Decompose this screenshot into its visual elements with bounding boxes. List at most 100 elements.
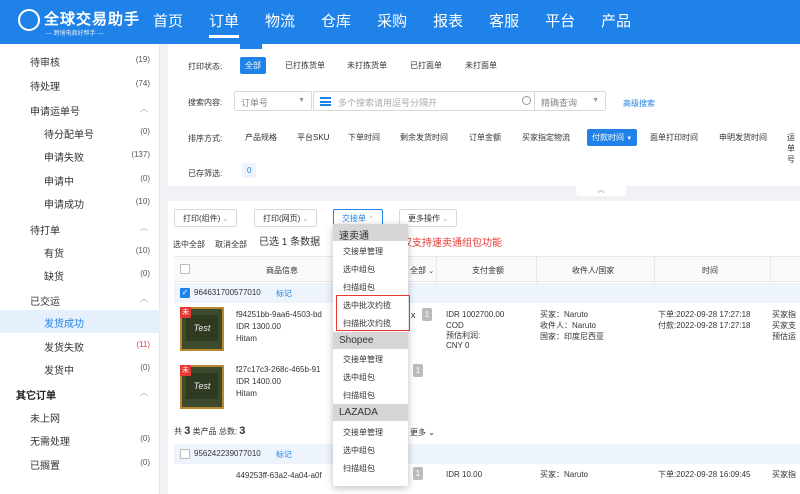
nav-purchase[interactable]: 采购 [364, 0, 420, 44]
menu-item-handover-manage[interactable]: 交接单管理 [343, 354, 383, 365]
col-time: 时间 [702, 266, 718, 275]
nav-reports[interactable]: 报表 [420, 0, 476, 44]
sidebar-item-no-action[interactable]: 无需处理 (0) [0, 428, 160, 451]
product-thumbnail[interactable]: Test 未 [180, 307, 224, 351]
sort-sku[interactable]: 平台SKU [292, 129, 334, 146]
sidebar-group-other-orders[interactable]: 其它订单 ︿ [0, 382, 160, 405]
menu-item-scan-pack[interactable]: 扫描组包 [343, 390, 375, 401]
product-sku[interactable]: f94251bb-9aa6-4503-bd [236, 309, 322, 320]
sort-amount[interactable]: 订单金额 [464, 129, 506, 146]
order-checkbox[interactable]: ✓ [180, 288, 190, 298]
nav-warehouse[interactable]: 仓库 [308, 0, 364, 44]
nav-service[interactable]: 客服 [476, 0, 532, 44]
search-icon[interactable] [522, 96, 531, 105]
sidebar-item-to-assign[interactable]: 待分配单号 (0) [0, 121, 160, 144]
sidebar-item-label: 待分配单号 [44, 130, 94, 141]
select-all-link[interactable]: 选中全部 [173, 239, 205, 250]
menu-item-selected-batch-pickup[interactable]: 选中批次约揽 [343, 300, 391, 311]
menu-item-selected-pack[interactable]: 选中组包 [343, 264, 375, 275]
print-status-label-printed[interactable]: 已打面单 [405, 57, 447, 74]
sort-order-time[interactable]: 下单时间 [343, 129, 385, 146]
order-checkbox[interactable] [180, 449, 190, 459]
handover-label: 交接单 [342, 214, 366, 223]
advanced-search-link[interactable]: 高级搜索 [618, 95, 660, 112]
sidebar-item-not-online[interactable]: 未上网 [0, 405, 160, 428]
sidebar-item-label: 待审核 [30, 58, 60, 69]
sidebar-item-ship-failed[interactable]: 发货失败 (11) [0, 334, 160, 357]
search-field-select[interactable]: 订单号 ▼ [234, 91, 312, 111]
deselect-all-link[interactable]: 取消全部 [215, 239, 247, 250]
sidebar-item-count: (0) [140, 458, 150, 467]
sidebar-item-ship-success[interactable]: 发货成功 [0, 310, 160, 333]
menu-item-handover-manage[interactable]: 交接单管理 [343, 427, 383, 438]
menu-item-scan-pack[interactable]: 扫描组包 [343, 282, 375, 293]
sidebar-item-on-hold[interactable]: 已搁置 (0) [0, 452, 160, 475]
product-sku[interactable]: 449253ff-63a2-4a04-a0f [236, 470, 322, 481]
chevron-down-icon: ⌄ [428, 268, 435, 275]
order-mark-link[interactable]: 标记 [276, 288, 292, 299]
menu-item-scan-batch-pickup[interactable]: 扫描批次约揽 [343, 318, 391, 329]
sidebar-item-pending-review[interactable]: 待审核 (19) [0, 49, 160, 72]
show-more-link[interactable]: 更多 ⌄ [410, 427, 435, 438]
menu-item-selected-pack[interactable]: 选中组包 [343, 445, 375, 456]
print-status-picked[interactable]: 已打拣货单 [280, 57, 330, 74]
pay-amount: IDR 1002700.00 [446, 310, 505, 319]
match-mode-select[interactable]: 精确查询 ▼ [534, 91, 606, 111]
select-all-checkbox[interactable] [180, 264, 190, 274]
sort-buyer-logistics[interactable]: 买家指定物流 [517, 129, 575, 146]
chevron-up-icon: ⌃ [368, 216, 375, 223]
sidebar-item-count: (0) [140, 174, 150, 183]
print-status-all[interactable]: 全部 [240, 57, 266, 74]
sort-label-print-time[interactable]: 面单打印时间 [645, 129, 703, 146]
search-input[interactable]: 多个搜索请用逗号分隔开 [313, 91, 538, 111]
print-component-button[interactable]: 打印(组件) ⌄ [174, 209, 238, 227]
recipient-name: 收件人：Naruto [540, 321, 597, 330]
qty-badge: 1 [413, 467, 423, 480]
product-sku[interactable]: f27c17c3-268c-465b-91 [236, 364, 321, 375]
print-status-unpicked[interactable]: 未打拣货单 [342, 57, 392, 74]
order-mark-link[interactable]: 标记 [276, 449, 292, 460]
menu-item-scan-pack[interactable]: 扫描组包 [343, 463, 375, 474]
sidebar-group-to-print[interactable]: 待打单 ︿ [0, 217, 160, 240]
app-logo[interactable]: 全球交易助手 — 跨境电商好帮手 — [12, 4, 142, 40]
sidebar-item-label: 未上网 [30, 414, 60, 425]
order-status-sidebar: 待审核 (19) 待处理 (74) 申请运单号 ︿ 待分配单号 (0) 申请失败 (137… [0, 44, 160, 494]
nav-home[interactable]: 首页 [140, 0, 196, 44]
print-web-button[interactable]: 打印(网页) ⌄ [254, 209, 318, 227]
menu-item-handover-manage[interactable]: 交接单管理 [343, 246, 383, 257]
col-qty-filter[interactable]: 全部 ⌄ [410, 265, 434, 276]
saved-filter-count[interactable]: 0 [242, 163, 257, 178]
nav-products[interactable]: 产品 [588, 0, 644, 44]
sort-spec[interactable]: 产品规格 [240, 129, 282, 146]
sidebar-item-apply-success[interactable]: 申请成功 (10) [0, 191, 160, 214]
collapse-filter-toggle[interactable]: ︽ [576, 186, 626, 196]
sort-tracking[interactable]: 运单号 [782, 129, 800, 168]
chevron-up-icon: ︿ [140, 223, 148, 232]
sidebar-item-apply-failed[interactable]: 申请失败 (137) [0, 144, 160, 167]
unpaid-badge-icon: 未 [180, 365, 191, 376]
sidebar-item-applying[interactable]: 申请中 (0) [0, 168, 160, 191]
sidebar-item-label: 已交运 [30, 297, 60, 308]
product-thumbnail[interactable]: Test 未 [180, 365, 224, 409]
chevron-down-icon: ▼ [298, 97, 305, 104]
sidebar-item-in-stock[interactable]: 有货 (10) [0, 240, 160, 263]
sort-declare-time[interactable]: 申明发货时间 [714, 129, 772, 146]
main-menu: 首页 订单 物流 仓库 采购 报表 客服 平台 产品 [140, 0, 644, 44]
sidebar-item-out-of-stock[interactable]: 缺货 (0) [0, 263, 160, 286]
buyer-designated: 买家指 [772, 310, 796, 319]
sort-remaining-time[interactable]: 剩余发货时间 [395, 129, 453, 146]
sidebar-group-apply-tracking[interactable]: 申请运单号 ︿ [0, 98, 160, 121]
menu-item-selected-pack[interactable]: 选中组包 [343, 372, 375, 383]
print-web-label: 打印(网页) [263, 214, 301, 223]
nav-logistics[interactable]: 物流 [252, 0, 308, 44]
sort-pay-time[interactable]: 付款时间 ▼ [587, 129, 638, 146]
order-id: 964631700577010 [194, 288, 261, 297]
sidebar-item-pending-process[interactable]: 待处理 (74) [0, 73, 160, 96]
sidebar-item-shipping[interactable]: 发货中 (0) [0, 357, 160, 380]
nav-platform[interactable]: 平台 [532, 0, 588, 44]
nav-orders[interactable]: 订单 [196, 0, 252, 44]
sidebar-group-shipped[interactable]: 已交运 ︿ [0, 288, 160, 311]
print-status-label-unprinted[interactable]: 未打面单 [460, 57, 502, 74]
col-product-info: 商品信息 [266, 266, 298, 275]
search-field-value: 订单号 [241, 98, 269, 108]
